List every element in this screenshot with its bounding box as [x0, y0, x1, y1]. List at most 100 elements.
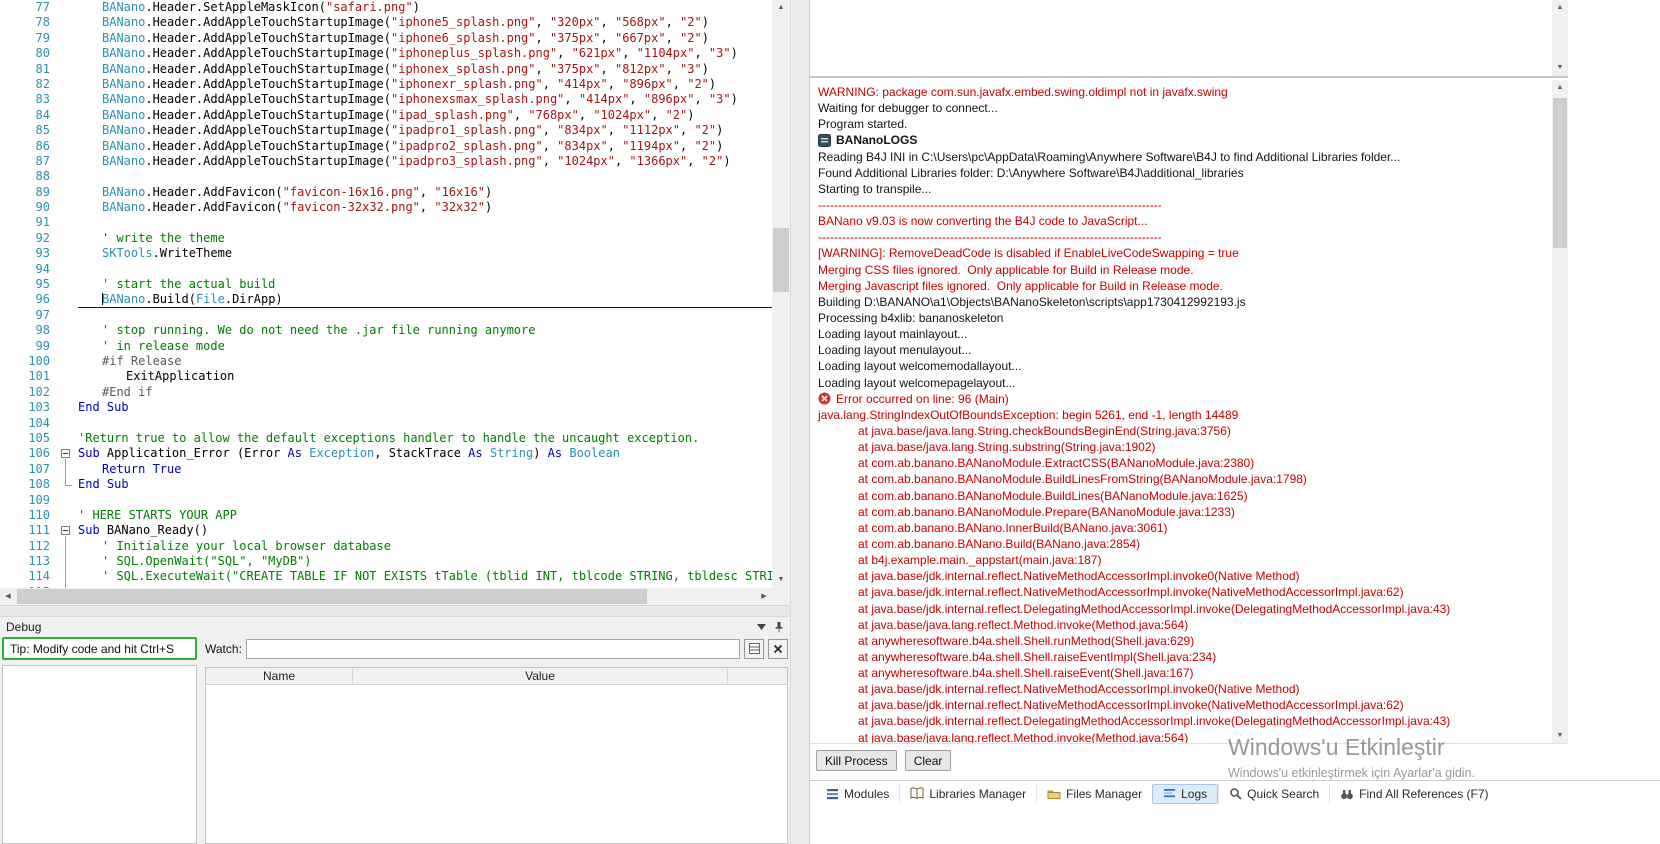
code-line[interactable]: 90 BANano.Header.AddFavicon("favicon-32x3…: [0, 200, 772, 215]
code-line[interactable]: 83 BANano.Header.AddAppleTouchStartupImag…: [0, 92, 772, 107]
fold-gutter: [56, 523, 78, 539]
code-line[interactable]: 112 ' Initialize your local browser datab…: [0, 538, 772, 555]
clear-logs-button[interactable]: Clear: [904, 750, 952, 771]
line-number: 104: [28, 415, 50, 430]
line-number: 95: [35, 277, 50, 292]
tab-label: Libraries Manager: [929, 786, 1027, 801]
code-line[interactable]: 107 Return True: [0, 461, 772, 478]
code-line[interactable]: 88: [0, 169, 772, 184]
code-line[interactable]: 89 BANano.Header.AddFavicon("favicon-16x1…: [0, 185, 772, 200]
editor-hscroll-thumb[interactable]: [17, 589, 647, 604]
code-line[interactable]: 96 BANano.Build(File.DirApp): [0, 292, 772, 308]
log-line: at com.ab.banano.BANano.Build(BANano.jav…: [858, 536, 1141, 551]
code-line[interactable]: 113 ' SQL.OpenWait("SQL", "MyDB"): [0, 554, 772, 570]
watch-table-body[interactable]: [206, 685, 787, 843]
code-line[interactable]: 105 'Return true to allow the default exc…: [0, 431, 772, 446]
watch-clear-button[interactable]: [768, 638, 788, 659]
code-line[interactable]: 87 BANano.Header.AddAppleTouchStartupImag…: [0, 154, 772, 169]
line-number: 102: [28, 384, 50, 399]
pin-icon[interactable]: [774, 621, 784, 633]
code-line[interactable]: 94: [0, 262, 772, 277]
code-line[interactable]: 109: [0, 493, 772, 508]
fold-gutter: [56, 62, 78, 77]
code-line[interactable]: 78 BANano.Header.AddAppleTouchStartupImag…: [0, 15, 772, 30]
tab-logs[interactable]: Logs: [1152, 783, 1219, 804]
line-number: 105: [28, 430, 50, 445]
code-line[interactable]: 106 Sub Application_Error (Error As Excep…: [0, 446, 772, 462]
tab-libraries-manager[interactable]: Libraries Manager: [899, 783, 1036, 804]
logs-area[interactable]: WARNING: package com.sun.javafx.embed.sw…: [810, 80, 1568, 744]
log-line: at com.ab.banano.BANano.InnerBuild(BANan…: [858, 520, 1168, 535]
code-line[interactable]: 92 ' write the theme: [0, 231, 772, 246]
horizontal-splitter[interactable]: [0, 605, 790, 617]
debug-tip-text: Tip: Modify code and hit Ctrl+S: [10, 641, 174, 656]
log-line: at com.ab.banano.BANanoModule.BuildLines…: [858, 472, 1307, 487]
code-line[interactable]: 110 ' HERE STARTS YOUR APP: [0, 508, 772, 523]
line-number: 90: [35, 200, 50, 215]
fold-gutter: [56, 446, 78, 462]
code-line[interactable]: 81 BANano.Header.AddAppleTouchStartupImag…: [0, 62, 772, 77]
editor-vscroll-thumb[interactable]: [773, 228, 789, 292]
scroll-down-arrow-icon[interactable]: ▼: [1552, 728, 1568, 743]
watch-grid-button[interactable]: [744, 638, 764, 659]
scroll-down-arrow-icon[interactable]: ▼: [1552, 60, 1568, 76]
fold-collapse-icon[interactable]: [61, 526, 70, 536]
scroll-up-arrow-icon[interactable]: ▲: [1552, 0, 1568, 16]
code-line[interactable]: 101 ExitApplication: [0, 369, 772, 384]
watch-input[interactable]: [245, 638, 740, 659]
fold-collapse-icon[interactable]: [61, 449, 70, 459]
code-line[interactable]: 114 ' SQL.ExecuteWait("CREATE TABLE IF NO…: [0, 569, 772, 585]
code-line[interactable]: 79 BANano.Header.AddAppleTouchStartupImag…: [0, 31, 772, 46]
editor-horizontal-scrollbar[interactable]: ◀ ▶: [0, 588, 772, 605]
scroll-down-arrow-icon[interactable]: ▼: [772, 572, 790, 588]
dropdown-arrow-icon[interactable]: [757, 623, 766, 630]
tab-find-all-references-f7[interactable]: Find All References (F7): [1329, 783, 1498, 804]
code-line[interactable]: 103 End Sub: [0, 400, 772, 415]
log-line: java.lang.StringIndexOutOfBoundsExceptio…: [818, 407, 1239, 422]
log-line: at com.ab.banano.BANanoModule.BuildLines…: [858, 488, 1248, 503]
log-line: Program started.: [818, 117, 908, 132]
debug-panel: Debug Tip: Modify code and hit Ctrl+S Wa…: [0, 617, 790, 844]
log-line: Loading layout welcomepagelayout...: [818, 375, 1016, 390]
code-line[interactable]: 93 SKTools.WriteTheme: [0, 246, 772, 261]
code-line[interactable]: 80 BANano.Header.AddAppleTouchStartupImag…: [0, 46, 772, 61]
code-line[interactable]: 99 ' in release mode: [0, 339, 772, 354]
tab-quick-search[interactable]: Quick Search: [1218, 783, 1329, 804]
tab-files-manager[interactable]: Files Manager: [1036, 783, 1152, 804]
code-line[interactable]: 102 #End if: [0, 385, 772, 400]
code-line[interactable]: 85 BANano.Header.AddAppleTouchStartupImag…: [0, 123, 772, 138]
fold-gutter: [56, 154, 78, 169]
scroll-up-arrow-icon[interactable]: ▲: [772, 0, 790, 16]
logs-vertical-scrollbar[interactable]: ▲ ▼: [1552, 80, 1568, 743]
code-line[interactable]: 97: [0, 308, 772, 323]
vertical-splitter[interactable]: [790, 0, 810, 844]
upper-panel-scrollbar[interactable]: ▲ ▼: [1552, 0, 1568, 76]
code-line[interactable]: 100 #if Release: [0, 354, 772, 369]
code-line[interactable]: 104: [0, 416, 772, 431]
code-line[interactable]: 95 ' start the actual build: [0, 277, 772, 292]
line-number: 99: [35, 338, 50, 353]
fold-gutter: [56, 169, 78, 184]
code-line[interactable]: 77 BANano.Header.SetAppleMaskIcon("safari…: [0, 0, 772, 15]
editor-vertical-scrollbar[interactable]: ▲ ▼: [772, 0, 790, 588]
bottom-tab-bar: Modules Libraries Manager Files Manager Log…: [810, 780, 1660, 806]
column-header-name: Name: [206, 668, 353, 684]
log-line: ----------------------------------------…: [818, 230, 1162, 245]
code-line[interactable]: 82 BANano.Header.AddAppleTouchStartupImag…: [0, 77, 772, 92]
code-line[interactable]: 111 Sub BANano_Ready(): [0, 523, 772, 539]
line-number: 92: [35, 230, 50, 245]
code-line[interactable]: 91: [0, 215, 772, 230]
kill-process-button[interactable]: Kill Process: [816, 750, 897, 771]
code-line[interactable]: 86 BANano.Header.AddAppleTouchStartupImag…: [0, 139, 772, 154]
code-line[interactable]: 84 BANano.Header.AddAppleTouchStartupImag…: [0, 108, 772, 123]
code-line[interactable]: 108 End Sub: [0, 477, 772, 492]
fold-gutter: [56, 538, 78, 555]
log-line: Starting to transpile...: [818, 181, 932, 196]
code-line[interactable]: 98 ' stop running. We do not need the .ja…: [0, 323, 772, 338]
scroll-right-arrow-icon[interactable]: ▶: [756, 588, 772, 605]
logs-vscroll-thumb[interactable]: [1553, 98, 1567, 248]
tab-modules[interactable]: Modules: [816, 784, 899, 804]
code-editor[interactable]: 77 BANano.Header.SetAppleMaskIcon("safari…: [0, 0, 772, 588]
scroll-up-arrow-icon[interactable]: ▲: [1552, 80, 1568, 96]
scroll-left-arrow-icon[interactable]: ◀: [0, 588, 16, 605]
